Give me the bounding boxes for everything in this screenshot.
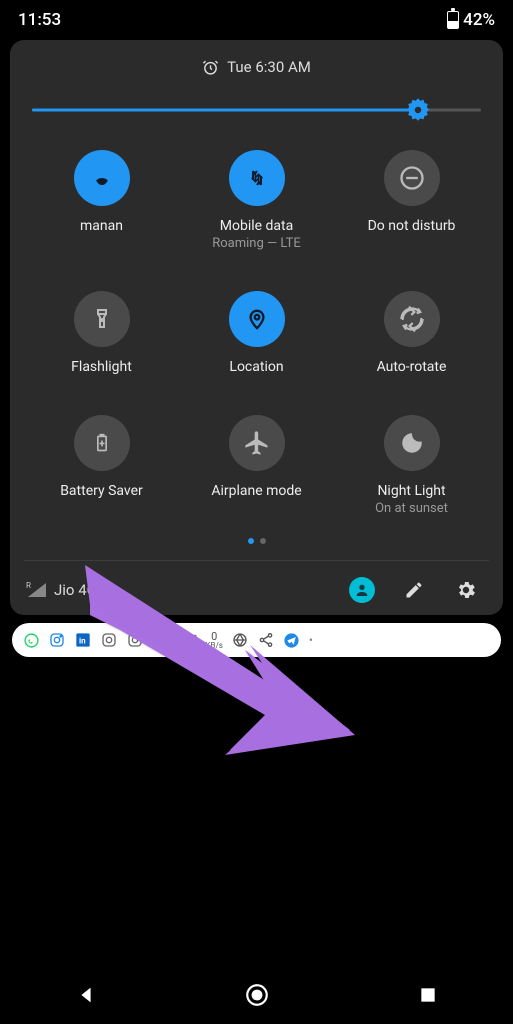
recents-button[interactable] [408, 975, 448, 1015]
tile-mobile-data[interactable]: Mobile data Roaming — LTE [179, 150, 334, 251]
tile-label: Battery Saver [60, 483, 143, 499]
user-button[interactable] [347, 575, 377, 605]
home-icon [244, 982, 270, 1008]
brightness-thumb-icon[interactable] [405, 97, 431, 123]
status-bar: 11:53 42% [0, 0, 513, 34]
status-time: 11:53 [18, 10, 61, 30]
telegram-icon [283, 631, 301, 649]
user-icon [349, 577, 375, 603]
pencil-icon [404, 580, 424, 600]
battery-saver-icon [74, 415, 130, 471]
qs-footer: R Jio 4G [24, 560, 489, 605]
tile-label: Night Light [377, 483, 445, 499]
dot-active [248, 538, 254, 544]
gear-icon [455, 579, 477, 601]
more-dot: • [309, 633, 313, 647]
tile-do-not-disturb[interactable]: Do not disturb [334, 150, 489, 251]
mustache-icon [152, 631, 170, 649]
battery-percent: 42% [463, 10, 495, 30]
alarm-row[interactable]: Tue 6:30 AM [24, 58, 489, 76]
tile-label: manan [80, 218, 123, 234]
brightness-slider[interactable] [32, 98, 481, 122]
instagram-icon-3 [126, 631, 144, 649]
temp-widget: 21° [178, 633, 197, 648]
tile-flashlight[interactable]: Flashlight [24, 291, 179, 375]
tile-location[interactable]: Location [179, 291, 334, 375]
aperture-icon [231, 631, 249, 649]
tile-night-light[interactable]: Night Light On at sunset [334, 415, 489, 516]
qs-tiles-grid: manan Mobile data Roaming — LTE Do not d… [24, 150, 489, 516]
alarm-text: Tue 6:30 AM [227, 58, 311, 76]
tile-label: Location [229, 359, 283, 375]
tile-label: Auto-rotate [377, 359, 447, 375]
rotate-icon [384, 291, 440, 347]
dot-inactive [260, 538, 266, 544]
navigation-bar [0, 966, 513, 1024]
flashlight-icon [74, 291, 130, 347]
moon-icon [384, 415, 440, 471]
speed-widget: 0KB/s [205, 631, 222, 650]
tile-label: Airplane mode [211, 483, 301, 499]
tile-wifi[interactable]: manan [24, 150, 179, 251]
battery-icon [447, 11, 459, 29]
instagram-icon [48, 631, 66, 649]
tile-battery-saver[interactable]: Battery Saver [24, 415, 179, 516]
page-indicator [24, 538, 489, 544]
signal-icon: R [28, 583, 46, 597]
whatsapp-icon [22, 631, 40, 649]
data-icon [229, 150, 285, 206]
carrier-name: Jio 4G [54, 581, 97, 599]
tile-label: Flashlight [71, 359, 132, 375]
svg-text:in: in [79, 636, 86, 645]
location-icon [229, 291, 285, 347]
alarm-icon [202, 59, 219, 76]
airplane-icon [229, 415, 285, 471]
recents-icon [418, 985, 438, 1005]
edit-button[interactable] [399, 575, 429, 605]
status-right: 42% [447, 10, 495, 30]
tile-label: Do not disturb [368, 218, 456, 234]
wifi-icon [74, 150, 130, 206]
tile-sublabel: On at sunset [375, 501, 448, 516]
quick-settings-panel: Tue 6:30 AM manan Mobile data Roaming — … [10, 40, 503, 615]
tile-label: Mobile data [220, 218, 293, 234]
notification-tray[interactable]: in 21° 0KB/s • [12, 623, 501, 657]
back-icon [75, 984, 97, 1006]
tile-auto-rotate[interactable]: Auto-rotate [334, 291, 489, 375]
instagram-icon-2 [100, 631, 118, 649]
carrier-info[interactable]: R Jio 4G [24, 581, 347, 599]
share-icon [257, 631, 275, 649]
back-button[interactable] [66, 975, 106, 1015]
tile-sublabel: Roaming — LTE [212, 236, 301, 251]
tile-airplane-mode[interactable]: Airplane mode [179, 415, 334, 516]
dnd-icon [384, 150, 440, 206]
settings-button[interactable] [451, 575, 481, 605]
home-button[interactable] [237, 975, 277, 1015]
linkedin-icon: in [74, 631, 92, 649]
